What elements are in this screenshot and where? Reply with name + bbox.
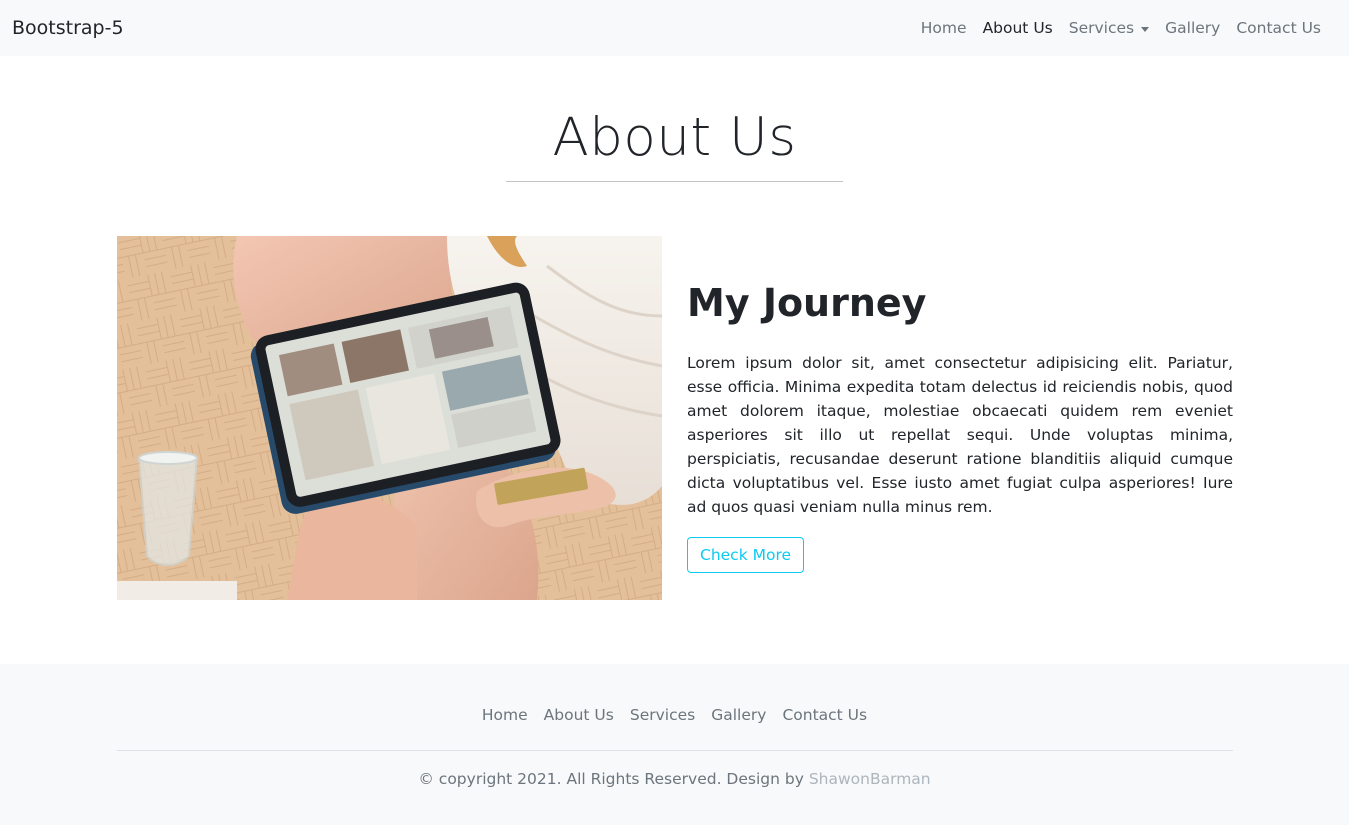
nav-item-services-label: Services — [1068, 19, 1135, 37]
footer-link-home[interactable]: Home — [474, 706, 536, 724]
footer-divider — [116, 750, 1233, 751]
footer-nav: Home About Us Services Gallery Contact U… — [0, 664, 1349, 724]
photo-woman-tablet-icon — [117, 236, 662, 600]
title-divider — [506, 180, 843, 182]
nav-item-contact-us[interactable]: Contact Us — [1228, 19, 1329, 37]
designer-link[interactable]: ShawonBarman — [809, 770, 931, 788]
page-header: About Us — [0, 56, 1349, 182]
nav-item-home[interactable]: Home — [913, 19, 975, 37]
footer-link-services[interactable]: Services — [622, 706, 703, 724]
copyright-text: © copyright 2021. All Rights Reserved. D… — [418, 770, 809, 788]
caret-down-icon — [1141, 26, 1150, 32]
check-more-button[interactable]: Check More — [687, 536, 805, 573]
about-photo — [117, 236, 662, 600]
copyright-notice: © copyright 2021. All Rights Reserved. D… — [0, 770, 1349, 788]
footer-link-gallery[interactable]: Gallery — [703, 706, 774, 724]
nav-item-gallery[interactable]: Gallery — [1157, 19, 1228, 37]
footer-link-about-us[interactable]: About Us — [536, 706, 622, 724]
page-footer: Home About Us Services Gallery Contact U… — [0, 664, 1349, 825]
nav-item-about-us[interactable]: About Us — [975, 19, 1061, 37]
nav-item-services-dropdown[interactable]: Services — [1061, 19, 1157, 37]
about-text-column: My Journey Lorem ipsum dolor sit, amet c… — [687, 236, 1233, 600]
top-navbar: Bootstrap-5 Home About Us Services Galle… — [0, 0, 1349, 56]
navbar-brand[interactable]: Bootstrap-5 — [12, 17, 124, 39]
page-title: About Us — [552, 107, 797, 168]
about-section: My Journey Lorem ipsum dolor sit, amet c… — [117, 236, 1233, 600]
section-heading: My Journey — [687, 281, 927, 325]
navbar-menu: Home About Us Services Gallery Contact U… — [913, 19, 1337, 37]
footer-link-contact-us[interactable]: Contact Us — [774, 706, 875, 724]
section-body-text: Lorem ipsum dolor sit, amet consectetur … — [687, 353, 1233, 516]
